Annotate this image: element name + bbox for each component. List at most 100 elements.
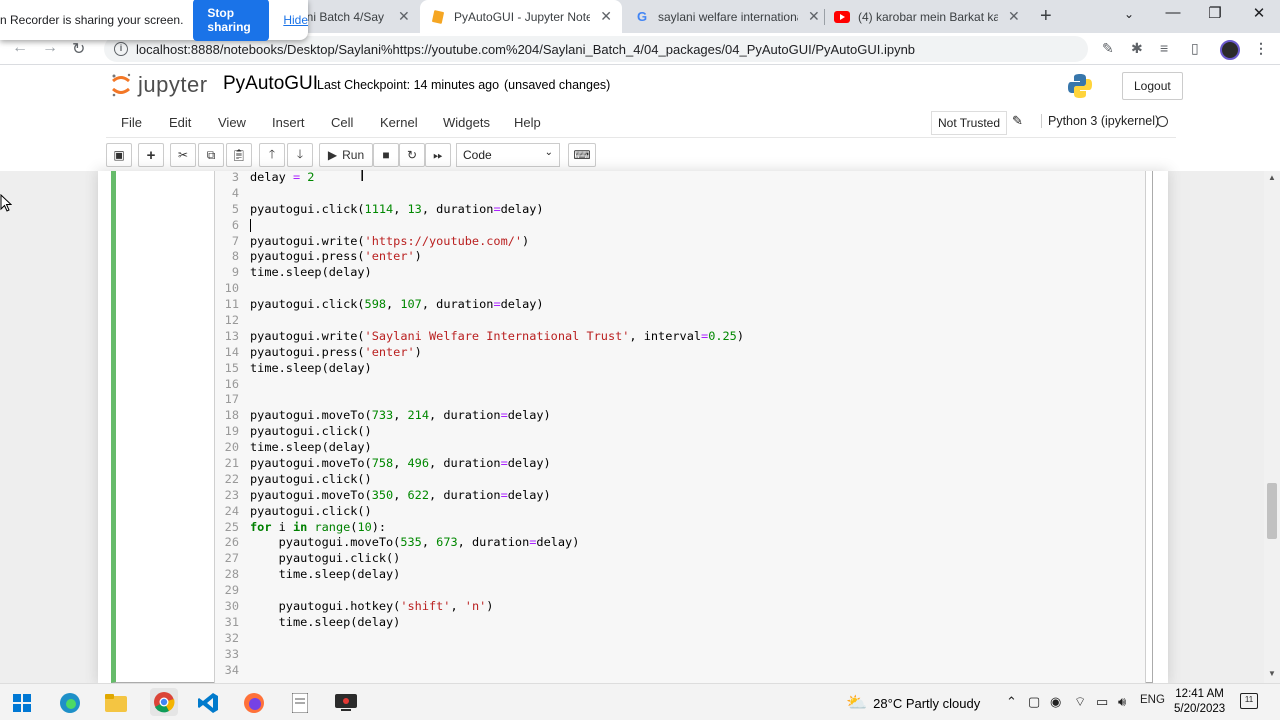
tray-app-icon[interactable]: ▢ <box>1028 694 1040 710</box>
code-line[interactable]: 31 time.sleep(delay) <box>214 615 744 631</box>
run-button[interactable]: ▶ Run <box>319 143 373 167</box>
restart-icon[interactable]: ↻ <box>399 143 425 167</box>
code-line[interactable]: 22 pyautogui.click() <box>214 472 744 488</box>
code-line[interactable]: 24 pyautogui.click() <box>214 504 744 520</box>
screen-recorder-icon[interactable] <box>334 691 358 715</box>
code-line[interactable]: 16 <box>214 377 744 393</box>
tray-chevron-icon[interactable]: ⌃ <box>1006 694 1017 710</box>
close-icon[interactable]: ✕ <box>808 8 820 25</box>
back-icon[interactable]: ← <box>12 39 28 57</box>
move-down-icon[interactable]: 🡓 <box>287 143 313 167</box>
code-line[interactable]: 32 <box>214 631 744 647</box>
code-line[interactable]: 13 pyautogui.write('Saylani Welfare Inter… <box>214 329 744 345</box>
window-close-icon[interactable]: ✕ <box>1249 4 1269 22</box>
file-explorer-icon[interactable] <box>104 691 128 715</box>
paste-icon[interactable]: 📋︎ <box>226 143 252 167</box>
windows-start-icon[interactable] <box>10 691 34 715</box>
menu-view[interactable]: View <box>218 115 246 130</box>
code-line[interactable]: 20 time.sleep(delay) <box>214 440 744 456</box>
notepad-icon[interactable] <box>288 691 312 715</box>
fast-forward-icon[interactable]: ⏩︎ <box>425 143 451 167</box>
tab-google-search[interactable]: G saylani welfare international ✕ <box>634 0 820 33</box>
hide-link[interactable]: Hide <box>283 13 308 27</box>
move-up-icon[interactable]: 🡑 <box>259 143 285 167</box>
code-line[interactable]: 19 pyautogui.click() <box>214 424 744 440</box>
code-line[interactable]: 7 pyautogui.write('https://youtube.com/') <box>214 234 744 250</box>
copy-icon[interactable]: ⧉ <box>198 143 224 167</box>
menu-file[interactable]: File <box>121 115 142 130</box>
stop-sharing-button[interactable]: Stop sharing <box>193 0 270 41</box>
menu-widgets[interactable]: Widgets <box>443 115 490 130</box>
profile-avatar[interactable] <box>1220 40 1240 60</box>
menu-cell[interactable]: Cell <box>331 115 353 130</box>
cut-icon[interactable]: ✂ <box>170 143 196 167</box>
firefox-icon[interactable] <box>242 691 266 715</box>
scroll-down-icon[interactable]: ▼ <box>1268 669 1276 678</box>
code-line[interactable]: 27 pyautogui.click() <box>214 551 744 567</box>
chrome-icon[interactable] <box>150 688 178 716</box>
code-line[interactable]: 9 time.sleep(delay) <box>214 265 744 281</box>
code-line[interactable]: 30 pyautogui.hotkey('shift', 'n') <box>214 599 744 615</box>
code-line[interactable]: 29 <box>214 583 744 599</box>
code-line[interactable]: 6 <box>214 218 744 234</box>
code-line[interactable]: 33 <box>214 647 744 663</box>
menu-kernel[interactable]: Kernel <box>380 115 418 130</box>
code-line[interactable]: 26 pyautogui.moveTo(535, 673, duration=d… <box>214 535 744 551</box>
code-line[interactable]: 10 <box>214 281 744 297</box>
code-line[interactable]: 17 <box>214 392 744 408</box>
code-line[interactable]: 11 pyautogui.click(598, 107, duration=del… <box>214 297 744 313</box>
code-line[interactable]: 23 pyautogui.moveTo(350, 622, duration=de… <box>214 488 744 504</box>
code-line[interactable]: 21 pyautogui.moveTo(758, 496, duration=de… <box>214 456 744 472</box>
language-indicator[interactable]: ENG <box>1140 694 1165 706</box>
scroll-up-icon[interactable]: ▲ <box>1268 173 1276 182</box>
menu-dots-icon[interactable]: ⋮ <box>1254 40 1268 57</box>
code-line[interactable]: 3 delay = 2 <box>214 170 744 186</box>
vscode-icon[interactable] <box>196 691 220 715</box>
cell-type-select[interactable]: Code ⌄ <box>456 143 560 167</box>
forward-icon[interactable]: → <box>42 39 58 57</box>
tab-batch4[interactable]: ani Batch 4/Say ✕ <box>300 0 410 33</box>
new-tab-icon[interactable]: + <box>1040 5 1052 28</box>
battery-icon[interactable]: ▭ <box>1096 694 1108 710</box>
code-line[interactable]: 25 for i in range(10): <box>214 520 744 536</box>
pencil-icon[interactable]: ✎ <box>1012 113 1023 129</box>
site-info-icon[interactable]: i <box>114 42 128 56</box>
reload-icon[interactable]: ↻ <box>72 39 85 59</box>
extensions-icon[interactable]: ✱ <box>1131 40 1143 57</box>
clock[interactable]: 12:41 AM 5/20/2023 <box>1174 687 1225 717</box>
notification-icon[interactable]: 11 <box>1240 693 1258 709</box>
kernel-name[interactable]: Python 3 (ipykernel) <box>1041 114 1159 128</box>
media-icon[interactable]: ≡ <box>1160 40 1168 56</box>
jupyter-logo[interactable]: jupyter <box>110 72 208 98</box>
code-line[interactable]: 15 time.sleep(delay) <box>214 361 744 377</box>
tab-pyautogui[interactable]: PyAutoGUI - Jupyter Notebo ✕ <box>420 0 622 33</box>
menu-edit[interactable]: Edit <box>169 115 191 130</box>
code-line[interactable]: 12 <box>214 313 744 329</box>
side-panel-icon[interactable]: ▯ <box>1191 40 1199 57</box>
code-line[interactable]: 4 <box>214 186 744 202</box>
code-line[interactable]: 5 pyautogui.click(1114, 13, duration=dela… <box>214 202 744 218</box>
code-line[interactable]: 14 pyautogui.press('enter') <box>214 345 744 361</box>
close-icon[interactable]: ✕ <box>1008 8 1020 25</box>
menu-help[interactable]: Help <box>514 115 541 130</box>
tab-search-chevron-icon[interactable]: ⌄ <box>1119 7 1139 21</box>
code-line[interactable]: 18 pyautogui.moveTo(733, 214, duration=de… <box>214 408 744 424</box>
logout-button[interactable]: Logout <box>1122 72 1183 100</box>
scroll-thumb[interactable] <box>1267 483 1277 539</box>
add-cell-icon[interactable]: + <box>138 143 164 167</box>
trust-button[interactable]: Not Trusted <box>931 111 1008 135</box>
code-line[interactable]: 8 pyautogui.press('enter') <box>214 249 744 265</box>
weather-widget[interactable]: ⛅ 28°C Partly cloudy <box>846 693 980 713</box>
notebook-title[interactable]: PyAutoGUI <box>223 73 318 95</box>
wifi-icon[interactable]: ⌔ <box>1074 694 1086 710</box>
minimize-icon[interactable]: — <box>1163 4 1183 21</box>
edge-icon[interactable] <box>58 691 82 715</box>
tab-youtube[interactable]: (4) karobar mein Barkat ka w ✕ <box>834 0 1020 33</box>
code-line[interactable]: 34 <box>214 663 744 679</box>
close-icon[interactable]: ✕ <box>600 8 612 25</box>
code-line[interactable]: 28 time.sleep(delay) <box>214 567 744 583</box>
edit-icon[interactable]: ✎ <box>1102 40 1114 57</box>
interrupt-icon[interactable]: ■ <box>373 143 399 167</box>
save-icon[interactable]: ▣ <box>106 143 132 167</box>
restore-icon[interactable]: ❐ <box>1205 4 1225 22</box>
